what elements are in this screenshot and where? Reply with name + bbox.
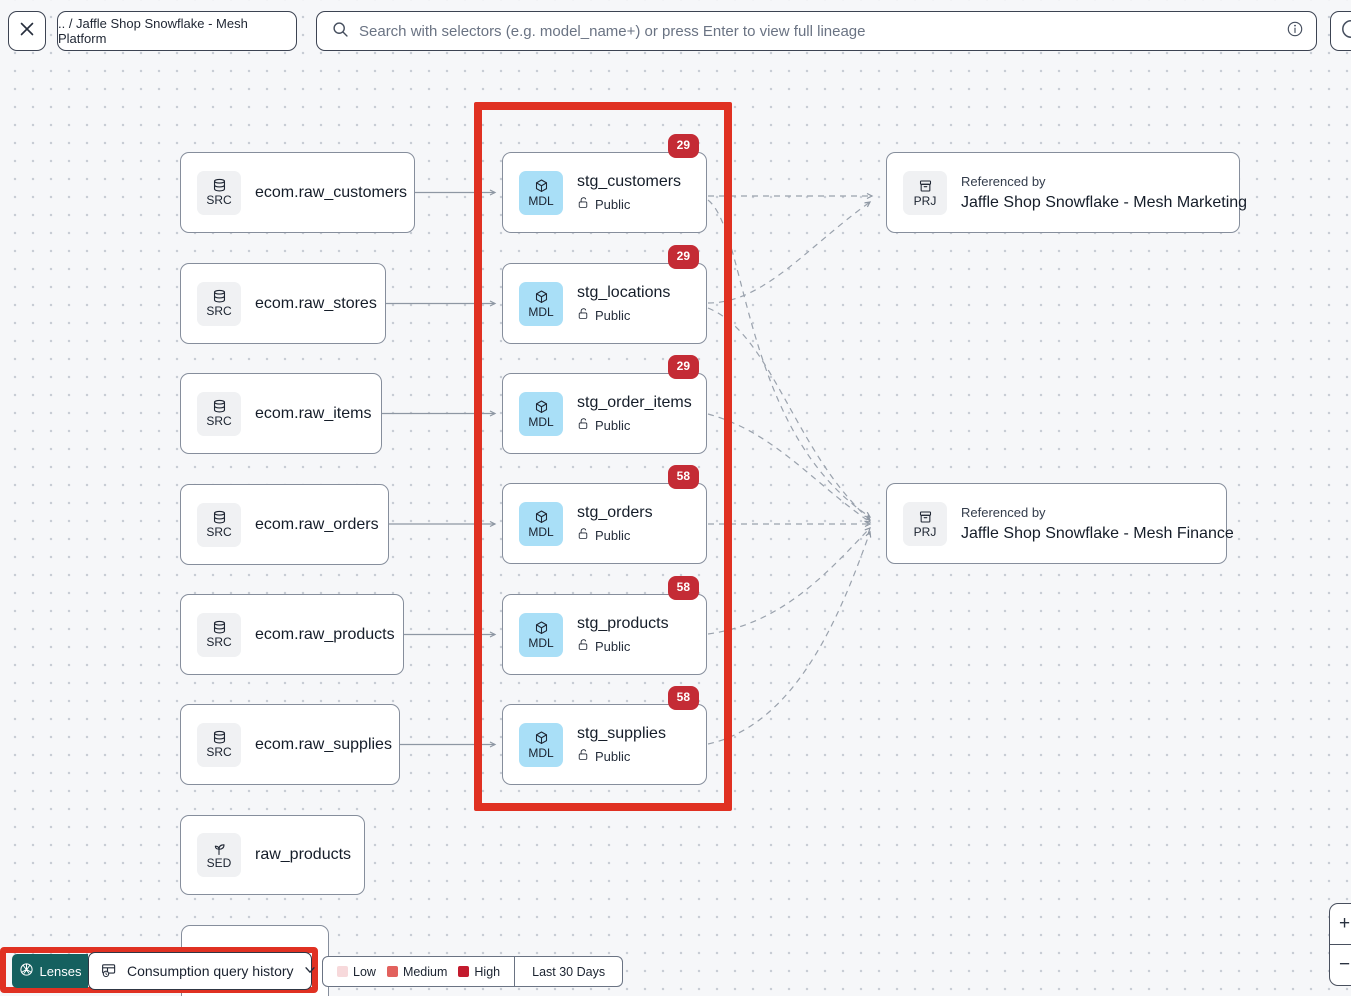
node-label: ecom.raw_items: [255, 405, 371, 423]
seed-node-raw-products[interactable]: SED raw_products: [180, 815, 365, 895]
open-padlock-icon: [577, 638, 589, 654]
canvas-zoom-controls: + −: [1329, 903, 1351, 986]
cube-icon: MDL: [519, 613, 563, 657]
model-node-stg-order-items[interactable]: 29 MDL stg_order_items Public: [502, 373, 707, 454]
model-node-stg-locations[interactable]: 29 MDL stg_locations Public: [502, 263, 707, 344]
close-icon: [19, 21, 35, 42]
source-node-raw-supplies[interactable]: SRC ecom.raw_supplies: [180, 704, 400, 785]
legend-item-medium: Medium: [387, 965, 447, 979]
lineage-canvas[interactable]: SRC ecom.raw_customers SRC ecom.raw_stor…: [0, 0, 1351, 996]
source-node-raw-orders[interactable]: SRC ecom.raw_orders: [180, 484, 389, 565]
node-label: ecom.raw_customers: [255, 184, 407, 202]
model-node-stg-customers[interactable]: 29 MDL stg_customers Public: [502, 152, 707, 233]
usage-count-badge: 29: [668, 245, 699, 269]
cube-icon: MDL: [519, 392, 563, 436]
medium-swatch: [387, 966, 398, 977]
seedling-icon: SED: [197, 833, 241, 877]
low-swatch: [337, 966, 348, 977]
lenses-button[interactable]: Lenses: [12, 954, 88, 988]
project-node-mesh-marketing[interactable]: PRJ Referenced by Jaffle Shop Snowflake …: [886, 152, 1240, 233]
access-row: Public: [577, 196, 681, 212]
source-node-raw-items[interactable]: SRC ecom.raw_items: [180, 373, 382, 454]
node-label: Jaffle Shop Snowflake - Mesh Finance: [961, 525, 1234, 543]
node-label: stg_locations: [577, 284, 670, 302]
usage-count-badge: 29: [668, 355, 699, 379]
node-label: stg_order_items: [577, 394, 692, 412]
high-swatch: [458, 966, 469, 977]
model-node-stg-products[interactable]: 58 MDL stg_products Public: [502, 594, 707, 675]
legend-item-high: High: [458, 965, 500, 979]
lens-select-dropdown[interactable]: Consumption query history: [88, 952, 312, 990]
usage-count-badge: 58: [668, 686, 699, 710]
node-label: raw_products: [255, 846, 351, 864]
database-icon: SRC: [197, 282, 241, 326]
archive-box-icon: PRJ: [903, 502, 947, 546]
search-icon: [331, 20, 349, 43]
access-row: Public: [577, 638, 669, 654]
chevron-down-icon: [303, 963, 317, 980]
legend-scale: Low Medium High: [323, 957, 514, 986]
partial-topbar-button[interactable]: [1330, 11, 1351, 51]
usage-count-badge: 29: [668, 134, 699, 158]
close-button[interactable]: [8, 11, 46, 51]
database-icon: SRC: [197, 171, 241, 215]
node-label: ecom.raw_stores: [255, 295, 377, 313]
legend-date-range: Last 30 Days: [514, 957, 622, 986]
aperture-icon: [19, 962, 34, 980]
referenced-by-label: Referenced by: [961, 505, 1234, 520]
node-label: ecom.raw_supplies: [255, 736, 392, 754]
search-bar[interactable]: [316, 11, 1317, 51]
access-row: Public: [577, 417, 692, 433]
cube-icon: MDL: [519, 171, 563, 215]
referenced-by-label: Referenced by: [961, 174, 1247, 189]
database-icon: SRC: [197, 503, 241, 547]
node-label: stg_products: [577, 615, 669, 633]
model-node-stg-supplies[interactable]: 58 MDL stg_supplies Public: [502, 704, 707, 785]
archive-box-icon: PRJ: [903, 171, 947, 215]
lens-legend: Low Medium High Last 30 Days: [322, 956, 623, 987]
project-node-mesh-finance[interactable]: PRJ Referenced by Jaffle Shop Snowflake …: [886, 483, 1227, 564]
open-padlock-icon: [577, 307, 589, 323]
circle-icon: [1340, 18, 1351, 45]
legend-item-low: Low: [337, 965, 376, 979]
search-input[interactable]: [359, 23, 1276, 40]
open-padlock-icon: [577, 748, 589, 764]
source-node-raw-customers[interactable]: SRC ecom.raw_customers: [180, 152, 415, 233]
node-label: stg_orders: [577, 504, 653, 522]
node-label: ecom.raw_orders: [255, 516, 379, 534]
usage-count-badge: 58: [668, 465, 699, 489]
database-icon: SRC: [197, 723, 241, 767]
zoom-out-button[interactable]: −: [1330, 945, 1351, 985]
open-padlock-icon: [577, 527, 589, 543]
cube-icon: MDL: [519, 723, 563, 767]
open-padlock-icon: [577, 196, 589, 212]
access-row: Public: [577, 307, 670, 323]
node-label: ecom.raw_products: [255, 626, 395, 644]
breadcrumb[interactable]: .. / Jaffle Shop Snowflake - Mesh Platfo…: [57, 11, 297, 51]
node-label: Jaffle Shop Snowflake - Mesh Marketing: [961, 194, 1247, 212]
model-node-stg-orders[interactable]: 58 MDL stg_orders Public: [502, 483, 707, 564]
open-padlock-icon: [577, 417, 589, 433]
access-row: Public: [577, 527, 653, 543]
access-row: Public: [577, 748, 666, 764]
usage-count-badge: 58: [668, 576, 699, 600]
info-icon[interactable]: [1286, 20, 1304, 43]
cube-icon: MDL: [519, 282, 563, 326]
database-icon: SRC: [197, 392, 241, 436]
database-icon: SRC: [197, 613, 241, 657]
source-node-raw-stores[interactable]: SRC ecom.raw_stores: [180, 263, 386, 344]
zoom-in-button[interactable]: +: [1330, 904, 1351, 945]
source-node-raw-products[interactable]: SRC ecom.raw_products: [180, 594, 404, 675]
cube-icon: MDL: [519, 502, 563, 546]
node-label: stg_customers: [577, 173, 681, 191]
query-history-icon: [100, 961, 118, 982]
node-label: stg_supplies: [577, 725, 666, 743]
